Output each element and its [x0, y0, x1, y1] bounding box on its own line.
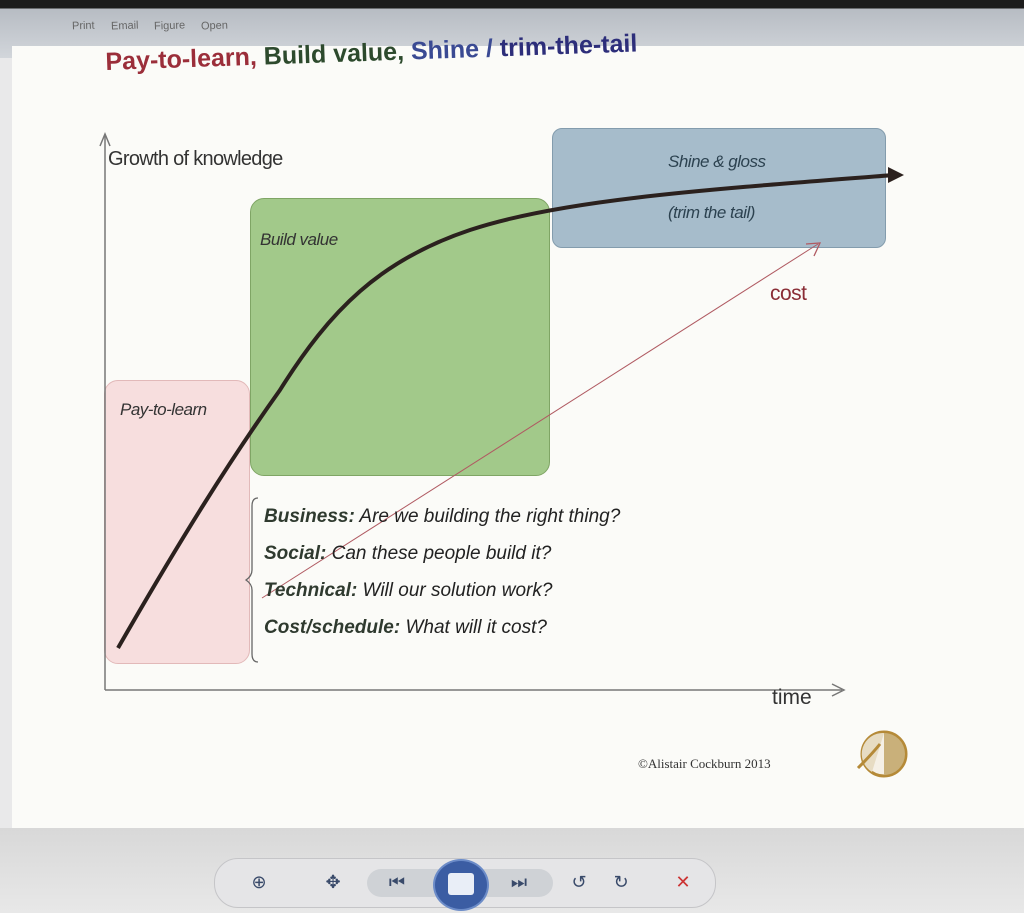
question-text: Are we building the right thing? [359, 506, 621, 527]
logo-icon [856, 730, 908, 778]
y-axis-label: Growth of knowledge [108, 148, 283, 170]
next-slide-icon[interactable]: ⏭ [505, 869, 533, 897]
rotate-left-icon[interactable]: ↺ [565, 869, 593, 897]
x-axis-label: time [772, 686, 812, 709]
question-key: Cost/schedule: [264, 617, 401, 638]
zoom-icon[interactable]: ⊕ [245, 869, 273, 897]
question-key: Technical: [264, 580, 358, 601]
rotate-right-icon[interactable]: ↻ [607, 869, 635, 897]
cost-arrow-icon [805, 242, 822, 257]
shine-label: Shine & gloss [668, 152, 766, 171]
questions-brace [244, 497, 259, 663]
previous-slide-icon[interactable]: ⏮ [383, 869, 411, 897]
viewer-toolbar: ⊕ ✥ ⏮ ⏭ ↺ ↻ ✕ [214, 858, 716, 911]
questions-list: Business: Are we building the right thin… [264, 498, 620, 646]
copyright: ©Alistair Cockburn 2013 [638, 756, 771, 771]
question-text: Can these people build it? [331, 543, 552, 564]
home-button[interactable] [433, 859, 489, 911]
cost-label: cost [770, 282, 807, 305]
question-text: What will it cost? [405, 617, 547, 638]
curve-arrow-icon [888, 167, 904, 183]
question-social: Social: Can these people build it? [264, 535, 620, 572]
pay-to-learn-label: Pay-to-learn [120, 400, 207, 419]
question-technical: Technical: Will our solution work? [264, 572, 620, 609]
close-icon[interactable]: ✕ [669, 869, 697, 897]
home-icon [448, 873, 474, 895]
viewer-taskbar: ⊕ ✥ ⏮ ⏭ ↺ ↻ ✕ [0, 828, 1024, 913]
question-text: Will our solution work? [362, 580, 553, 601]
question-key: Business: [264, 506, 355, 527]
question-business: Business: Are we building the right thin… [264, 498, 620, 535]
question-key: Social: [264, 543, 327, 564]
question-cost-schedule: Cost/schedule: What will it cost? [264, 609, 620, 646]
move-icon[interactable]: ✥ [319, 869, 347, 897]
trim-the-tail-label: (trim the tail) [668, 203, 755, 222]
build-value-label: Build value [260, 230, 338, 249]
